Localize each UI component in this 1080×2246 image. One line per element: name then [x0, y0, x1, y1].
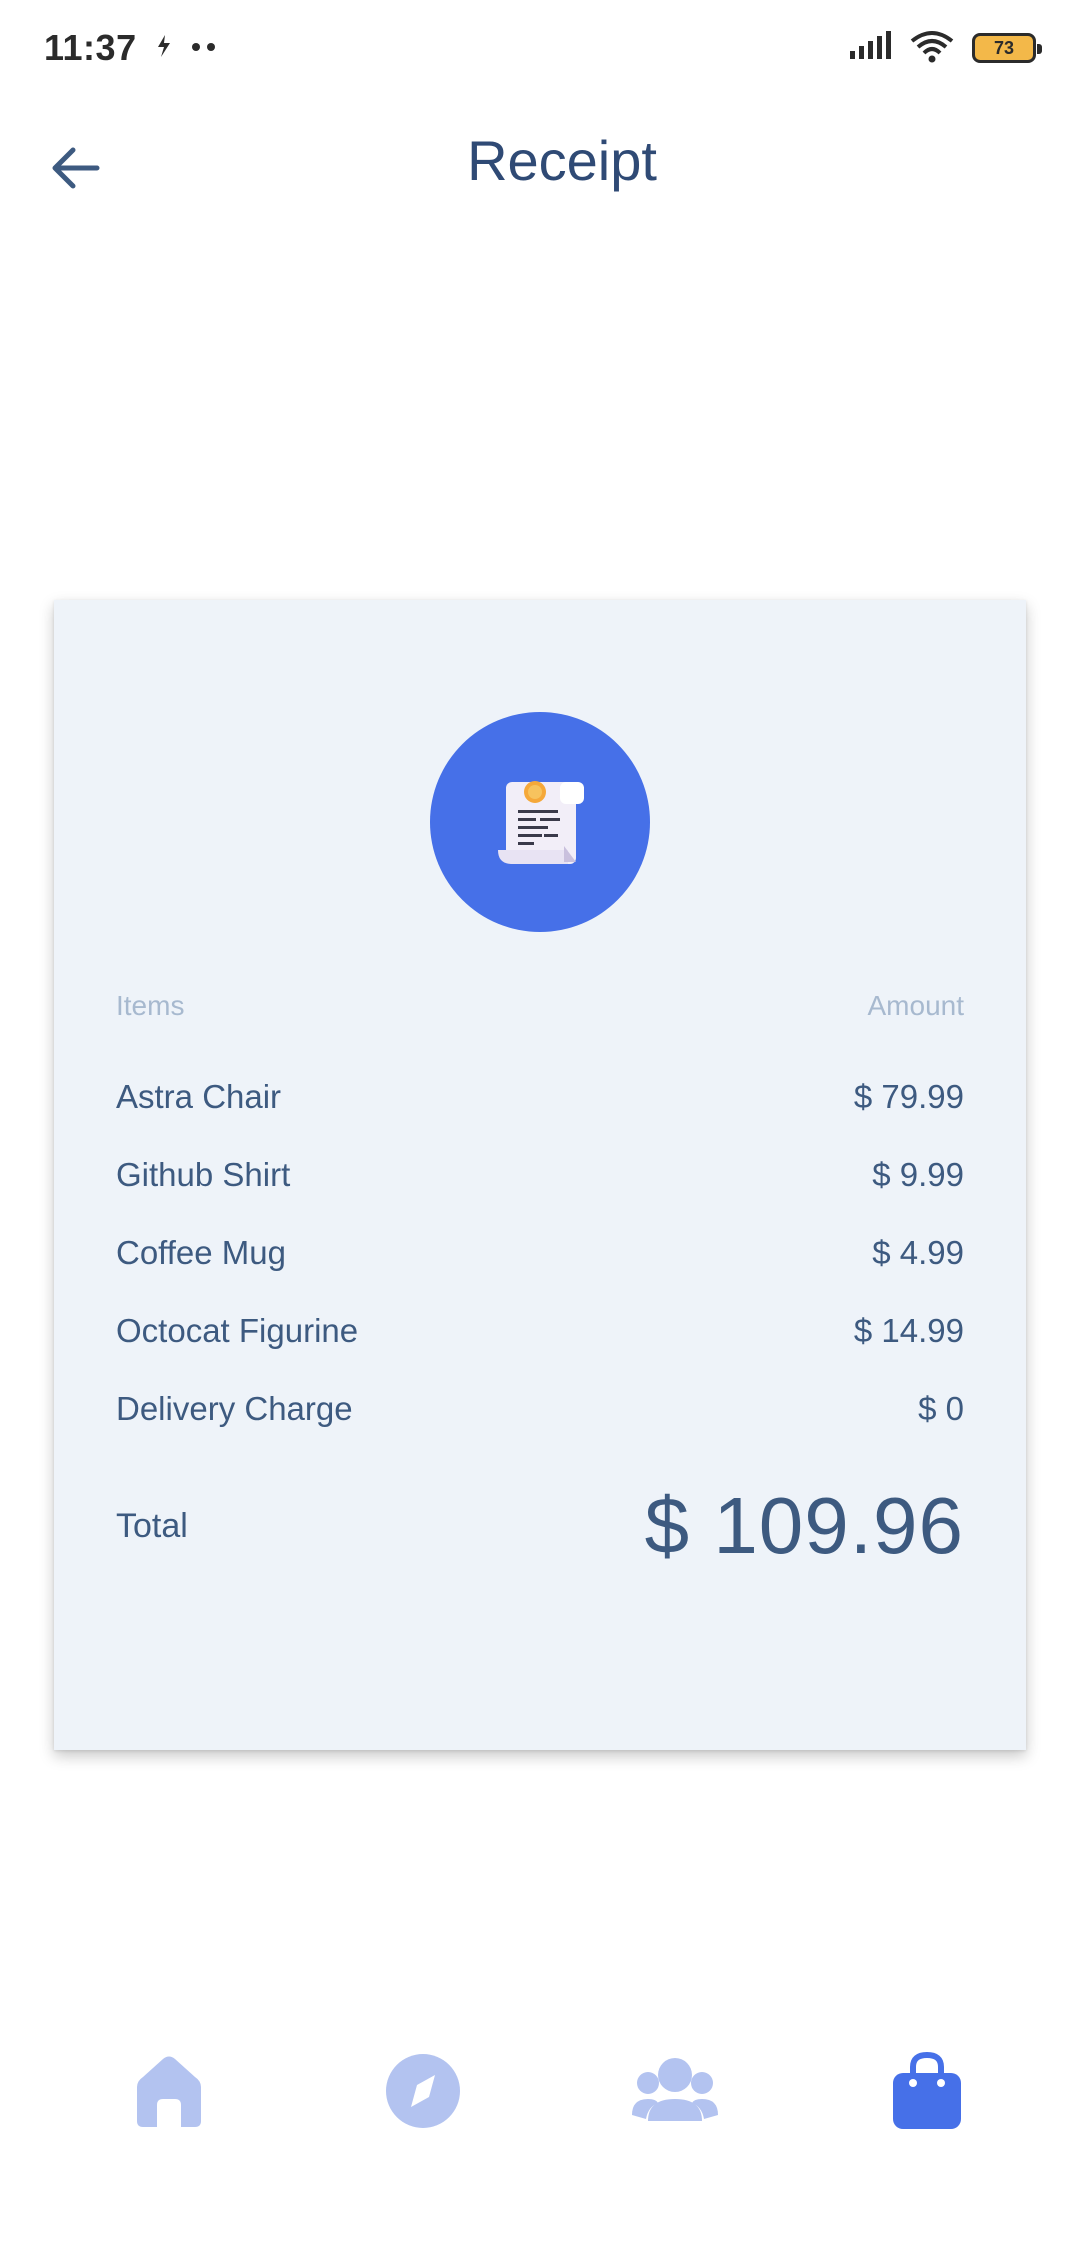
receipt-row: Delivery Charge $ 0	[116, 1370, 964, 1448]
battery-level: 73	[993, 37, 1015, 58]
item-amount: $ 79.99	[853, 1078, 964, 1115]
item-name: Delivery Charge	[116, 1390, 353, 1427]
receipt-row: Octocat Figurine $ 14.99	[116, 1292, 964, 1370]
page-title: Receipt	[467, 129, 657, 192]
receipt-badge	[430, 712, 650, 932]
item-name: Github Shirt	[116, 1156, 291, 1193]
back-button[interactable]	[44, 136, 108, 200]
notification-icon	[153, 33, 175, 64]
receipt-items-list: Astra Chair $ 79.99 Github Shirt $ 9.99 …	[116, 1058, 964, 1448]
more-notifications-icon	[191, 39, 217, 57]
app-bar: Receipt	[0, 110, 1080, 220]
people-icon	[632, 2058, 718, 2121]
shopping-bag-icon	[893, 2051, 961, 2129]
receipt-row: Coffee Mug $ 4.99	[116, 1214, 964, 1292]
status-right: 73	[848, 29, 1042, 68]
bottom-nav	[0, 2036, 1080, 2156]
receipt-card: Items Amount Astra Chair $ 79.99 Github …	[54, 600, 1026, 1750]
nav-home[interactable]	[114, 2036, 224, 2146]
item-name: Octocat Figurine	[116, 1312, 359, 1349]
receipt-row: Github Shirt $ 9.99	[116, 1136, 964, 1214]
home-icon	[137, 2056, 201, 2127]
total-value: $ 109.96	[644, 1481, 964, 1570]
receipt-screen: 11:37 73 Receipt Items Amount Astra Chai…	[0, 0, 1080, 2246]
wifi-icon	[910, 29, 954, 68]
item-amount: $ 14.99	[853, 1312, 964, 1349]
items-column-label: Items	[116, 990, 185, 1021]
compass-icon	[386, 2054, 460, 2128]
total-label: Total	[116, 1506, 188, 1545]
total-row: Total $ 109.96	[116, 1480, 964, 1572]
item-amount: $ 4.99	[872, 1234, 964, 1271]
signal-icon	[848, 30, 892, 66]
arrow-left-icon	[52, 147, 100, 189]
nav-cart[interactable]	[872, 2036, 982, 2146]
item-amount: $ 9.99	[872, 1156, 964, 1193]
amount-column-label: Amount	[867, 990, 965, 1021]
item-name: Coffee Mug	[116, 1234, 286, 1271]
item-amount: $ 0	[918, 1390, 964, 1427]
nav-explore[interactable]	[368, 2036, 478, 2146]
status-time: 11:37	[44, 27, 137, 68]
status-bar: 11:37 73	[0, 0, 1080, 96]
receipt-icon	[498, 781, 584, 864]
item-name: Astra Chair	[116, 1078, 282, 1115]
battery-icon: 73	[972, 33, 1042, 63]
receipt-row: Astra Chair $ 79.99	[116, 1058, 964, 1136]
receipt-table-header: Items Amount	[116, 990, 964, 1022]
status-left: 11:37	[44, 27, 217, 69]
nav-people[interactable]	[620, 2036, 730, 2146]
